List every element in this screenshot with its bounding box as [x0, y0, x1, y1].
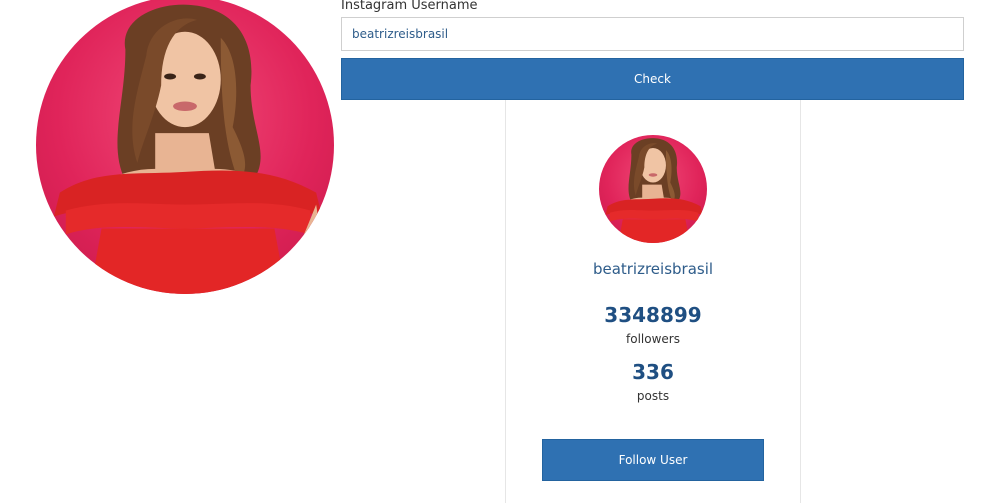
avatar-photo-icon — [605, 138, 703, 243]
check-button[interactable]: Check — [341, 58, 964, 100]
posts-label: posts — [636, 389, 670, 403]
username-input[interactable] — [341, 17, 964, 51]
followers-count: 3348899 — [604, 303, 702, 327]
posts-count: 336 — [632, 360, 674, 384]
profile-card: beatrizreisbrasil 3348899 followers 336 … — [505, 100, 801, 503]
profile-avatar — [599, 135, 707, 243]
username-field-label: Instagram Username — [341, 0, 478, 13]
page: Instagram Username Check beatrizreisbras… — [0, 0, 984, 503]
profile-photo-icon — [46, 4, 323, 294]
follow-user-button[interactable]: Follow User — [542, 439, 764, 481]
profile-username: beatrizreisbrasil — [592, 260, 714, 278]
followers-label: followers — [626, 332, 680, 346]
large-profile-photo — [36, 0, 334, 294]
